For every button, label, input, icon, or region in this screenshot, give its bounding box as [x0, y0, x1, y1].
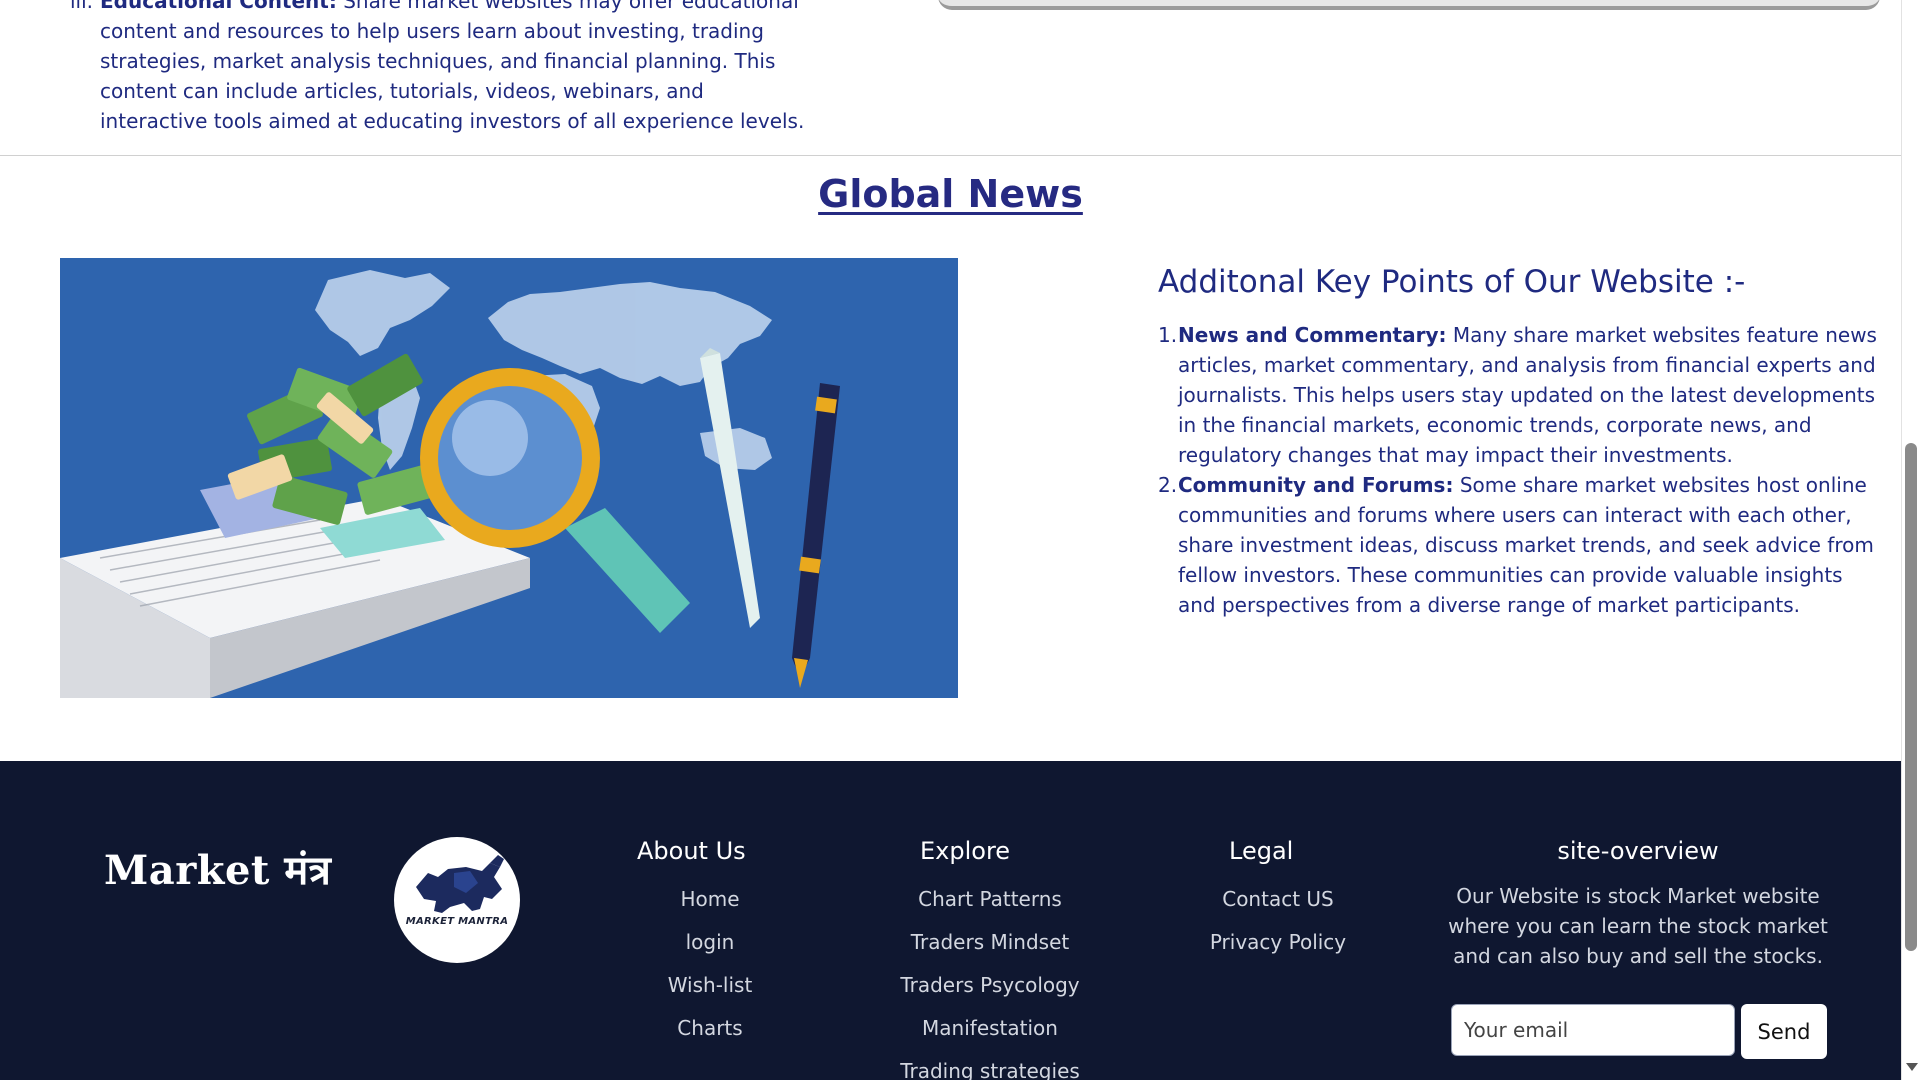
point-title: News and Commentary:: [1178, 323, 1447, 347]
list-item: 1. News and Commentary: Many share marke…: [1158, 320, 1878, 470]
logo-caption: MARKET MANTRA: [405, 916, 509, 927]
card-bottom-edge: [938, 0, 1880, 10]
footer-link-traders-mindset[interactable]: Traders Mindset: [880, 921, 1100, 964]
list-item: 2. Community and Forums: Some share mark…: [1158, 470, 1878, 620]
market-mantra-logo[interactable]: MARKET MANTRA: [394, 837, 520, 963]
site-overview-column: site-overview Our Website is stock Marke…: [1448, 835, 1828, 971]
footer-link-home[interactable]: Home: [620, 878, 800, 921]
legal-column: Legal Contact US Privacy Policy: [1178, 835, 1378, 964]
email-input[interactable]: [1451, 1004, 1735, 1056]
about-us-heading: About Us: [637, 837, 746, 865]
vertical-scrollbar[interactable]: [1901, 0, 1920, 1080]
footer-link-login[interactable]: login: [620, 921, 800, 964]
key-points-section: Additonal Key Points of Our Website :- 1…: [1158, 262, 1878, 620]
legal-heading: Legal: [1229, 837, 1294, 865]
educational-content-item: iii. Educational Content: Share market w…: [70, 0, 810, 136]
item-text: Share market websites may offer educatio…: [100, 0, 805, 133]
explore-column: Explore Chart Patterns Traders Mindset T…: [880, 835, 1100, 1080]
brand-logo-text[interactable]: Market मंत्र: [104, 841, 331, 896]
footer-link-wish-list[interactable]: Wish-list: [620, 964, 800, 1007]
footer-link-contact-us[interactable]: Contact US: [1178, 878, 1378, 921]
list-number: 2.: [1158, 473, 1178, 497]
footer-link-traders-psycology[interactable]: Traders Psycology: [880, 964, 1100, 1007]
list-number: 1.: [1158, 323, 1178, 347]
list-marker: iii.: [70, 0, 94, 13]
point-title: Community and Forums:: [1178, 473, 1454, 497]
site-overview-text: Our Website is stock Market website wher…: [1448, 884, 1828, 968]
scroll-down-arrow-icon[interactable]: [1906, 1063, 1918, 1071]
about-us-column: About Us Home login Wish-list Charts: [620, 835, 800, 1050]
explore-heading: Explore: [920, 837, 1011, 865]
scrollbar-thumb[interactable]: [1905, 443, 1917, 951]
item-title: Educational Content:: [100, 0, 337, 13]
global-news-title: Global News: [818, 172, 1083, 216]
footer-link-chart-patterns[interactable]: Chart Patterns: [880, 878, 1100, 921]
section-divider: [0, 155, 1901, 156]
footer-link-charts[interactable]: Charts: [620, 1007, 800, 1050]
newsletter-form: Send: [1451, 1004, 1827, 1059]
footer-link-privacy-policy[interactable]: Privacy Policy: [1178, 921, 1378, 964]
site-overview-heading: site-overview: [1557, 837, 1719, 865]
footer-link-trading-strategies[interactable]: Trading strategies: [880, 1050, 1100, 1080]
send-button[interactable]: Send: [1741, 1004, 1827, 1059]
global-news-image: [60, 258, 958, 698]
bull-icon: [416, 855, 504, 913]
footer-link-manifestation[interactable]: Manifestation: [880, 1007, 1100, 1050]
key-points-heading: Additonal Key Points of Our Website :-: [1158, 264, 1746, 300]
page: iii. Educational Content: Share market w…: [0, 0, 1901, 1080]
news-illustration: [60, 258, 958, 698]
site-footer: Market मंत्र MARKET MANTRA About Us Home…: [0, 761, 1901, 1080]
key-points-list: 1. News and Commentary: Many share marke…: [1158, 320, 1878, 620]
